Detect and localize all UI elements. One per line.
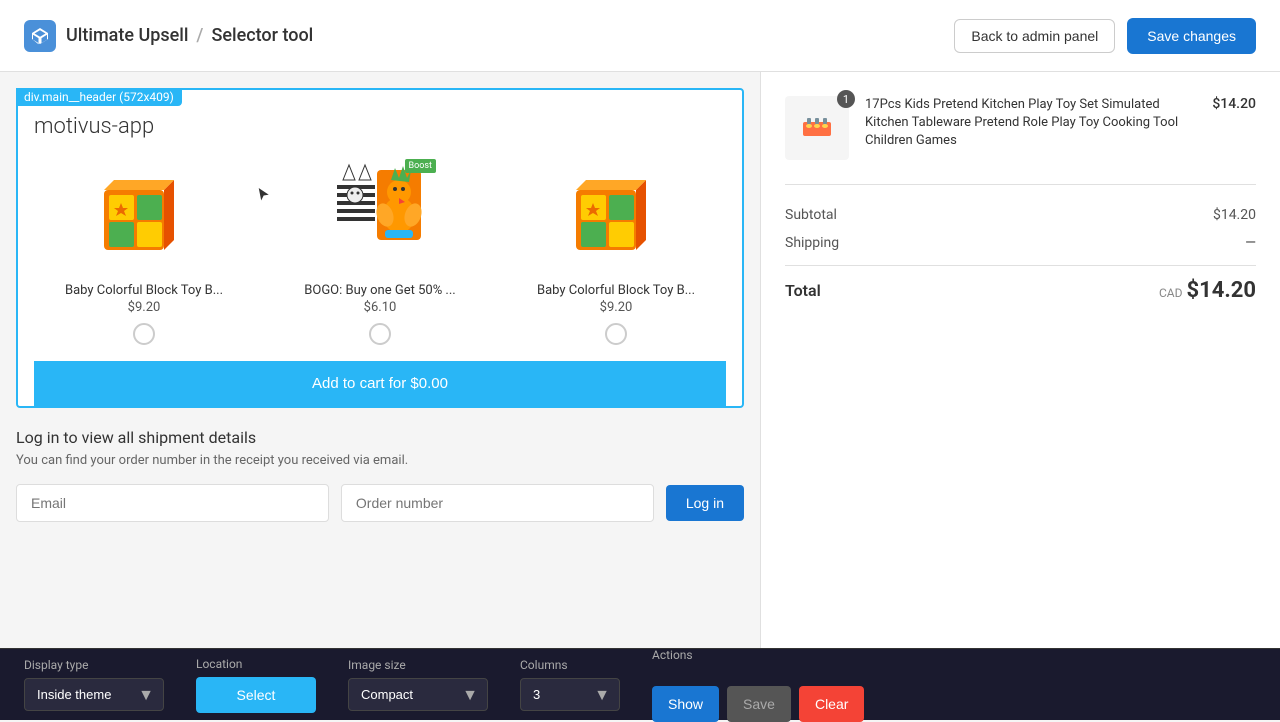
actions-group: Actions Show Save Clear: [652, 648, 864, 722]
location-select-button[interactable]: Select: [196, 677, 316, 713]
bottom-toolbar: Display type Inside theme Popup Drawer ▼…: [0, 648, 1280, 720]
location-group: Location Select: [196, 657, 316, 713]
image-size-label: Image size: [348, 658, 488, 672]
shipping-value: —: [1245, 235, 1256, 251]
app-header: Ultimate Upsell / Selector tool Back to …: [0, 0, 1280, 72]
widget-container: div.main__header (572x409) motivus-app: [16, 88, 744, 408]
total-amount: $14.20: [1187, 278, 1257, 303]
header-left: Ultimate Upsell / Selector tool: [24, 20, 313, 52]
actions-label: Actions: [652, 648, 864, 662]
main-content: div.main__header (572x409) motivus-app: [0, 72, 1280, 648]
columns-select[interactable]: 3 2 4: [520, 678, 620, 711]
right-panel: 1 17Pcs Kids Pretend Kitchen Play Toy Se…: [760, 72, 1280, 648]
login-section: Log in to view all shipment details You …: [16, 408, 744, 542]
product-price: $9.20: [600, 300, 633, 315]
product-image-wrap: [84, 155, 204, 275]
actions-buttons: Show Save Clear: [652, 686, 864, 722]
app-title: motivus-app: [34, 114, 726, 139]
cart-item: 1 17Pcs Kids Pretend Kitchen Play Toy Se…: [785, 96, 1256, 160]
subtotal-value: $14.20: [1213, 207, 1256, 223]
subtotal-label: Subtotal: [785, 207, 837, 223]
breadcrumb-sep: /: [196, 25, 203, 46]
image-size-group: Image size Compact Medium Large ▼: [348, 658, 488, 711]
cart-item-name: 17Pcs Kids Pretend Kitchen Play Toy Set …: [865, 96, 1196, 151]
product-name: BOGO: Buy one Get 50% ...: [304, 283, 455, 298]
columns-group: Columns 3 2 4 ▼: [520, 658, 620, 711]
shipping-row: Shipping —: [785, 229, 1256, 257]
product-image-wrap: [556, 155, 676, 275]
display-type-select-wrap: Inside theme Popup Drawer ▼: [24, 678, 164, 711]
product-image: [571, 170, 661, 260]
widget-label: div.main__header (572x409): [16, 88, 182, 106]
order-number-input[interactable]: [341, 484, 654, 522]
total-amount-wrap: CAD $14.20: [1159, 278, 1256, 303]
app-name: Ultimate Upsell: [66, 25, 188, 46]
product-name: Baby Colorful Block Toy B...: [65, 283, 223, 298]
display-type-group: Display type Inside theme Popup Drawer ▼: [24, 658, 164, 711]
save-toolbar-button[interactable]: Save: [727, 686, 791, 722]
product-name: Baby Colorful Block Toy B...: [537, 283, 695, 298]
product-select-radio[interactable]: [605, 323, 627, 345]
location-label: Location: [196, 657, 316, 671]
cart-totals: Subtotal $14.20 Shipping — Total CAD $14…: [785, 184, 1256, 315]
display-type-select[interactable]: Inside theme Popup Drawer: [24, 678, 164, 711]
cart-item-price: $14.20: [1212, 96, 1256, 112]
subtotal-row: Subtotal $14.20: [785, 201, 1256, 229]
widget-inner: motivus-app: [18, 90, 742, 406]
login-form: Log in: [16, 484, 744, 522]
product-card: Boost: [270, 155, 490, 345]
total-label: Total: [785, 281, 821, 300]
email-input[interactable]: [16, 484, 329, 522]
header-title: Ultimate Upsell / Selector tool: [66, 25, 313, 46]
back-to-admin-button[interactable]: Back to admin panel: [954, 19, 1115, 53]
cart-item-badge: 1: [837, 90, 855, 108]
page-title: Selector tool: [211, 25, 313, 46]
cart-item-image-wrap: 1: [785, 96, 849, 160]
login-button[interactable]: Log in: [666, 485, 744, 521]
product-price: $9.20: [128, 300, 161, 315]
product-select-radio[interactable]: [369, 323, 391, 345]
image-size-select-wrap: Compact Medium Large ▼: [348, 678, 488, 711]
image-size-select[interactable]: Compact Medium Large: [348, 678, 488, 711]
total-row: Total CAD $14.20: [785, 265, 1256, 315]
add-to-cart-button[interactable]: Add to cart for $0.00: [34, 361, 726, 406]
product-grid: Baby Colorful Block Toy B... $9.20 Boost: [34, 155, 726, 345]
header-right: Back to admin panel Save changes: [954, 18, 1256, 54]
display-type-label: Display type: [24, 658, 164, 672]
product-select-radio[interactable]: [133, 323, 155, 345]
clear-button[interactable]: Clear: [799, 686, 864, 722]
product-image-wrap: Boost: [320, 155, 440, 275]
left-panel: div.main__header (572x409) motivus-app: [0, 72, 760, 648]
save-changes-button[interactable]: Save changes: [1127, 18, 1256, 54]
total-currency: CAD: [1159, 286, 1183, 300]
product-price: $6.10: [364, 300, 397, 315]
cart-item-image: [793, 104, 841, 152]
columns-label: Columns: [520, 658, 620, 672]
logo-icon: [24, 20, 56, 52]
product-card: Baby Colorful Block Toy B... $9.20: [506, 155, 726, 345]
columns-select-wrap: 3 2 4 ▼: [520, 678, 620, 711]
product-image: [335, 160, 425, 270]
product-badge: Boost: [405, 159, 436, 173]
product-image: [99, 170, 189, 260]
shipping-label: Shipping: [785, 235, 839, 251]
show-button[interactable]: Show: [652, 686, 719, 722]
login-subtitle: You can find your order number in the re…: [16, 453, 744, 468]
login-title: Log in to view all shipment details: [16, 428, 744, 447]
product-card: Baby Colorful Block Toy B... $9.20: [34, 155, 254, 345]
